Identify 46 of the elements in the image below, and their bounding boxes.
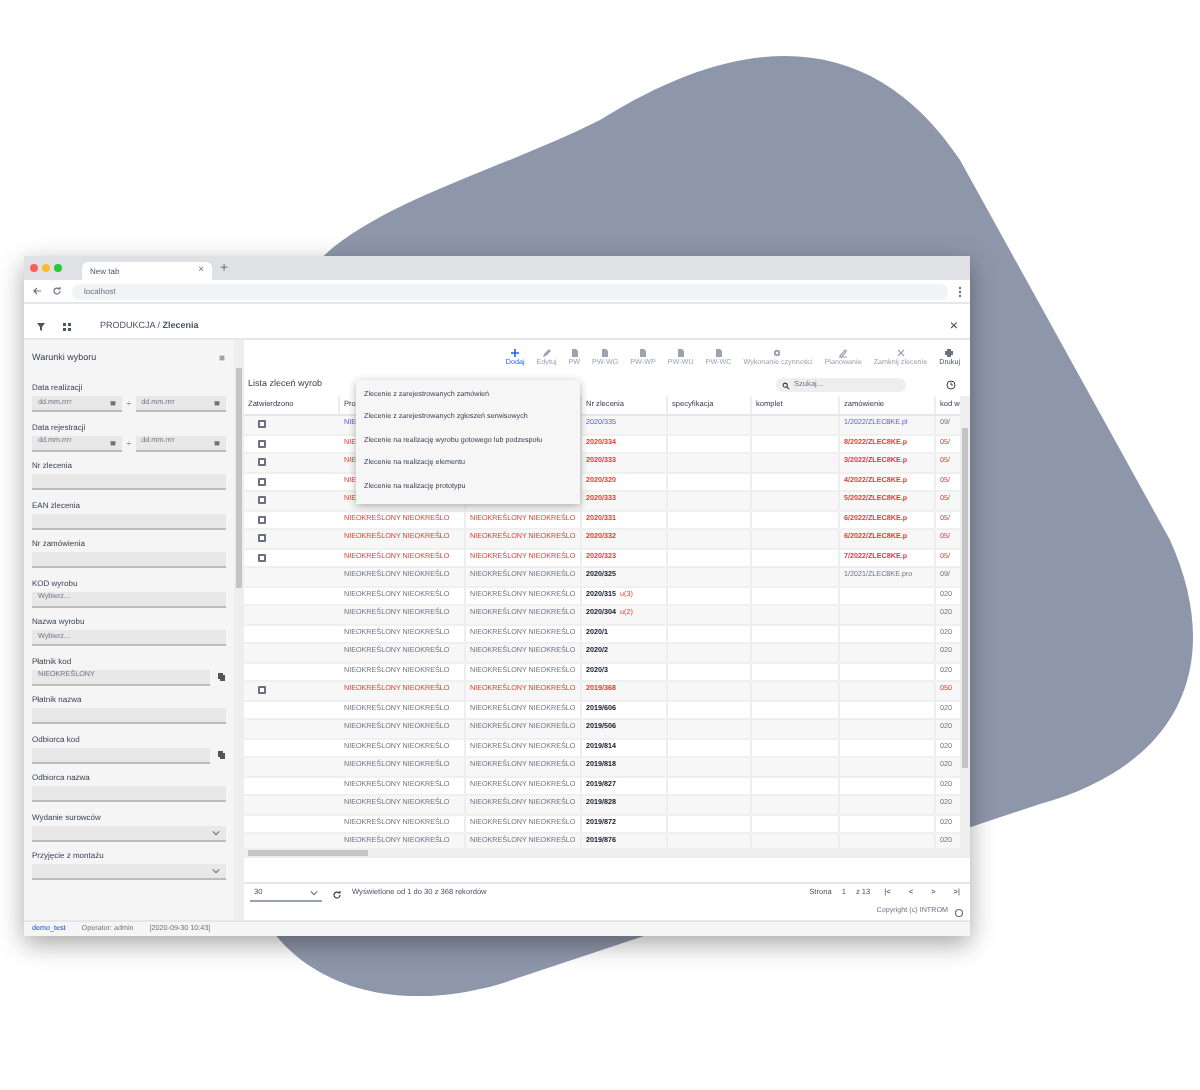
scrollbar-thumb[interactable] [248,850,368,856]
calendar-icon[interactable] [214,439,221,445]
input-field[interactable] [32,513,226,529]
close-icon [895,347,906,358]
document-icon [675,347,686,358]
search-icon [782,381,790,389]
pencil-icon [541,347,552,358]
input-field[interactable] [32,474,226,490]
row-checkbox[interactable] [258,553,266,562]
chevron-down-icon [212,868,220,874]
clock-icon[interactable] [946,380,956,390]
input-field[interactable] [32,552,226,568]
filter-icon[interactable] [36,321,46,331]
input-field[interactable] [32,786,226,802]
refresh-icon[interactable] [332,889,342,899]
calendar-icon[interactable] [110,439,117,445]
document-icon [713,347,724,358]
logo-icon [954,907,964,917]
scrollbar-thumb[interactable] [962,428,968,768]
chevron-down-icon [310,890,318,896]
row-checkbox[interactable] [258,439,266,448]
document-icon [600,347,611,358]
row-checkbox[interactable] [258,534,266,543]
plus-icon [510,347,521,358]
row-checkbox[interactable] [258,686,266,695]
row-checkbox[interactable] [258,515,266,524]
row-checkbox[interactable] [258,458,266,467]
document-icon [638,347,649,358]
select-field[interactable] [32,825,226,841]
reload-icon[interactable] [52,286,62,296]
row-checkbox[interactable] [258,477,266,486]
lookup-icon[interactable] [216,750,226,760]
row-checkbox[interactable] [258,420,266,429]
pen-icon [838,347,849,358]
scrollbar-thumb[interactable] [236,368,242,588]
grid-icon[interactable] [62,321,72,331]
back-icon[interactable] [32,286,42,296]
chevron-down-icon [212,829,220,835]
calendar-icon[interactable] [110,400,117,406]
input-field[interactable] [32,708,226,724]
row-checkbox[interactable] [258,496,266,505]
calendar-icon[interactable] [214,400,221,406]
lookup-icon[interactable] [216,672,226,682]
select-field[interactable] [32,864,226,880]
input-field[interactable] [32,747,210,763]
document-icon [569,347,580,358]
